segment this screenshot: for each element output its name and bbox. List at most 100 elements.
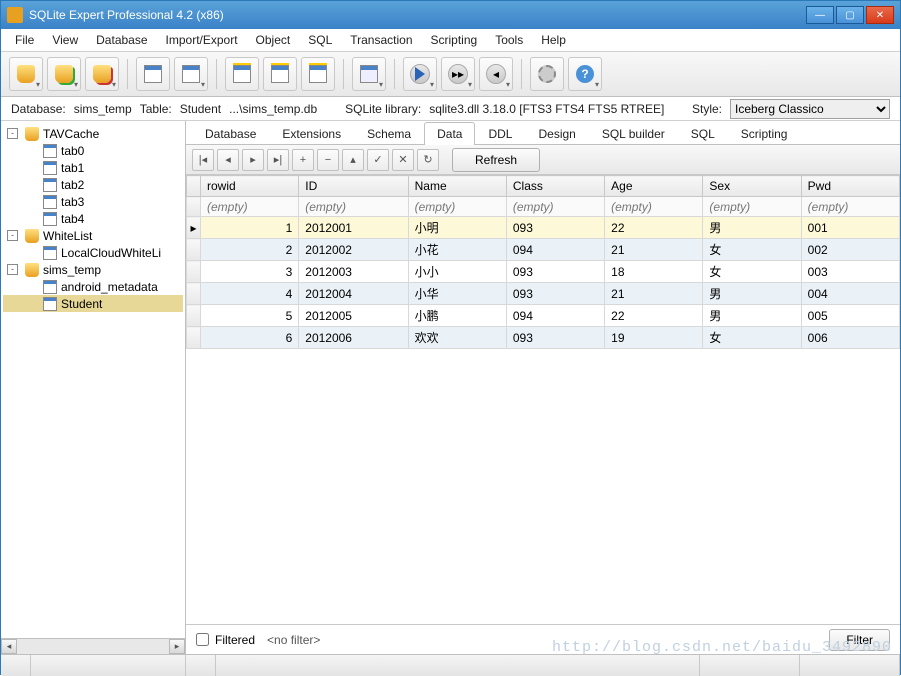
new-table-button[interactable] (225, 57, 259, 91)
table-row[interactable]: 22012002小花09421女002 (187, 239, 900, 261)
tab-extensions[interactable]: Extensions (269, 122, 354, 145)
tree-node[interactable]: -TAVCache (3, 125, 183, 142)
cell[interactable]: 小华 (408, 283, 506, 305)
cell[interactable]: 男 (703, 283, 801, 305)
prev-record-button[interactable]: ◂ (217, 149, 239, 171)
cell[interactable]: 小鹏 (408, 305, 506, 327)
tab-database[interactable]: Database (192, 122, 269, 145)
table-row[interactable]: 62012006欢欢09319女006 (187, 327, 900, 349)
filtered-checkbox[interactable] (196, 633, 209, 646)
column-header[interactable]: Sex (703, 176, 801, 197)
menu-sql[interactable]: SQL (300, 30, 340, 50)
cell[interactable]: 21 (605, 239, 703, 261)
column-header[interactable]: Name (408, 176, 506, 197)
cell[interactable]: 093 (506, 217, 604, 239)
menu-file[interactable]: File (7, 30, 42, 50)
data-grid[interactable]: rowidIDNameClassAgeSexPwd(empty)(empty)(… (186, 175, 900, 624)
step-button[interactable]: ▸▸ (441, 57, 475, 91)
add-record-button[interactable]: + (292, 149, 314, 171)
cell[interactable]: 欢欢 (408, 327, 506, 349)
cell[interactable]: 1 (201, 217, 299, 239)
tab-sqlbuilder[interactable]: SQL builder (589, 122, 678, 145)
tab-schema[interactable]: Schema (354, 122, 424, 145)
sql-button[interactable] (352, 57, 386, 91)
cell[interactable]: 094 (506, 305, 604, 327)
column-header[interactable]: ID (299, 176, 408, 197)
tree-node[interactable]: tab0 (3, 142, 183, 159)
tree-node[interactable]: tab3 (3, 193, 183, 210)
next-record-button[interactable]: ▸ (242, 149, 264, 171)
help-button[interactable]: ? (568, 57, 602, 91)
edit-record-button[interactable]: ▴ (342, 149, 364, 171)
menu-view[interactable]: View (44, 30, 86, 50)
cell[interactable]: 2012003 (299, 261, 408, 283)
menu-importexport[interactable]: Import/Export (158, 30, 246, 50)
tree-node[interactable]: android_metadata (3, 278, 183, 295)
cell[interactable]: 2 (201, 239, 299, 261)
cell[interactable]: 2012001 (299, 217, 408, 239)
tab-sql[interactable]: SQL (678, 122, 728, 145)
new-index-button[interactable] (263, 57, 297, 91)
cell[interactable]: 19 (605, 327, 703, 349)
tab-design[interactable]: Design (525, 122, 588, 145)
cell[interactable]: 5 (201, 305, 299, 327)
cell[interactable]: 女 (703, 261, 801, 283)
cell[interactable]: 004 (801, 283, 899, 305)
cell[interactable]: 22 (605, 217, 703, 239)
tab-scripting[interactable]: Scripting (728, 122, 801, 145)
remove-db-button[interactable] (85, 57, 119, 91)
table-row[interactable]: ▸12012001小明09322男001 (187, 217, 900, 239)
post-record-button[interactable]: ✓ (367, 149, 389, 171)
style-select[interactable]: Iceberg Classico (730, 99, 890, 119)
new-view-button[interactable] (301, 57, 335, 91)
column-header[interactable]: Class (506, 176, 604, 197)
cell[interactable]: 002 (801, 239, 899, 261)
filter-cell[interactable]: (empty) (605, 197, 703, 217)
cell[interactable]: 6 (201, 327, 299, 349)
tree-node[interactable]: -WhiteList (3, 227, 183, 244)
cell[interactable]: 22 (605, 305, 703, 327)
cell[interactable]: 094 (506, 239, 604, 261)
expand-icon[interactable]: - (7, 264, 18, 275)
cell[interactable]: 21 (605, 283, 703, 305)
stop-button[interactable]: ◂ (479, 57, 513, 91)
filter-cell[interactable]: (empty) (506, 197, 604, 217)
add-db-button[interactable] (47, 57, 81, 91)
menu-scripting[interactable]: Scripting (423, 30, 486, 50)
tree-node[interactable]: tab1 (3, 159, 183, 176)
filter-cell[interactable]: (empty) (201, 197, 299, 217)
cell[interactable]: 003 (801, 261, 899, 283)
cell[interactable]: 093 (506, 261, 604, 283)
cell[interactable]: 4 (201, 283, 299, 305)
tab-data[interactable]: Data (424, 122, 475, 145)
tree-node[interactable]: Student (3, 295, 183, 312)
table-row[interactable]: 52012005小鹏09422男005 (187, 305, 900, 327)
menu-object[interactable]: Object (248, 30, 299, 50)
tree-node[interactable]: LocalCloudWhiteLi (3, 244, 183, 261)
filter-cell[interactable]: (empty) (299, 197, 408, 217)
cell[interactable]: 18 (605, 261, 703, 283)
menu-tools[interactable]: Tools (487, 30, 531, 50)
cell[interactable]: 2012005 (299, 305, 408, 327)
export-button[interactable] (174, 57, 208, 91)
db-tree[interactable]: -TAVCachetab0tab1tab2tab3tab4-WhiteListL… (1, 121, 185, 638)
tree-node[interactable]: tab2 (3, 176, 183, 193)
cell[interactable]: 小明 (408, 217, 506, 239)
tree-node[interactable]: tab4 (3, 210, 183, 227)
cell[interactable]: 小花 (408, 239, 506, 261)
column-header[interactable]: rowid (201, 176, 299, 197)
tree-node[interactable]: -sims_temp (3, 261, 183, 278)
maximize-button[interactable]: ▢ (836, 6, 864, 24)
settings-button[interactable] (530, 57, 564, 91)
cell[interactable]: 2012002 (299, 239, 408, 261)
tree-scrollbar[interactable]: ◂ ▸ (1, 638, 185, 654)
column-header[interactable]: Age (605, 176, 703, 197)
delete-record-button[interactable]: − (317, 149, 339, 171)
scroll-left-icon[interactable]: ◂ (1, 639, 17, 654)
filter-cell[interactable]: (empty) (703, 197, 801, 217)
filter-cell[interactable]: (empty) (801, 197, 899, 217)
first-record-button[interactable]: |◂ (192, 149, 214, 171)
new-db-button[interactable] (9, 57, 43, 91)
table-row[interactable]: 42012004小华09321男004 (187, 283, 900, 305)
cell[interactable]: 006 (801, 327, 899, 349)
